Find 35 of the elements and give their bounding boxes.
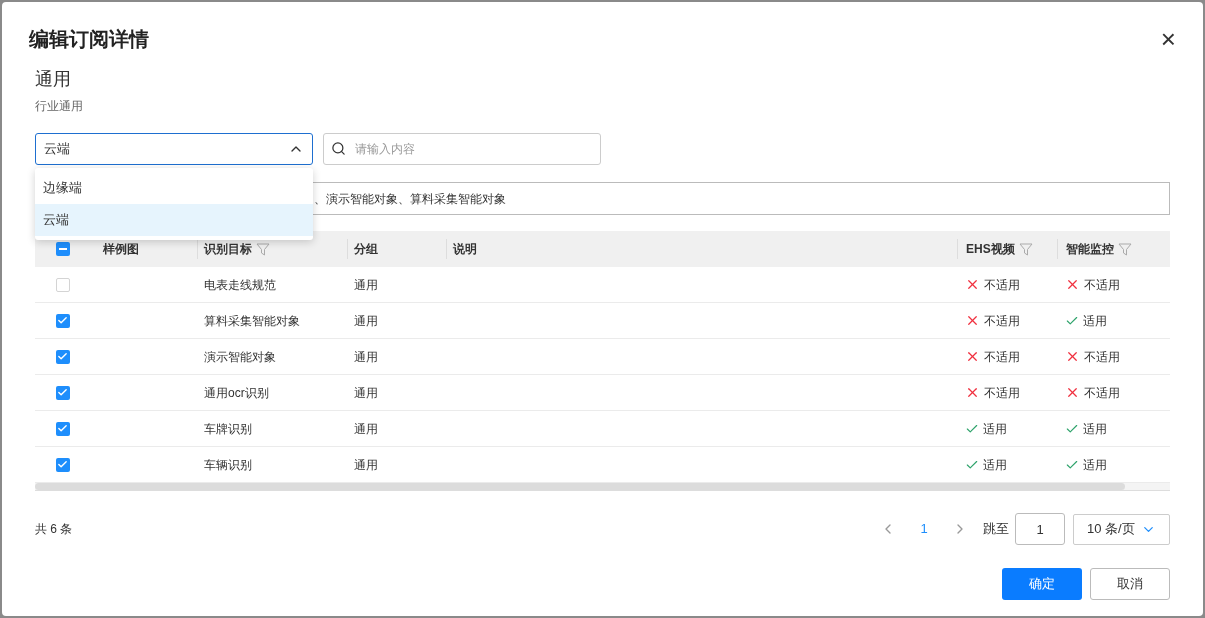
status-text: 不适用 [1084, 276, 1120, 294]
status-text: 适用 [983, 420, 1007, 438]
table-cell: 通用 [354, 349, 378, 364]
status-text: 不适用 [984, 276, 1020, 294]
dialog-title: 编辑订阅详情 [29, 27, 149, 52]
status-text: 适用 [1083, 456, 1107, 474]
table-cell: 通用 [354, 385, 378, 400]
table-cell: 电表走线规范 [204, 277, 276, 292]
status-text: 适用 [1083, 312, 1107, 330]
status-text: 不适用 [984, 348, 1020, 366]
status-text: 适用 [983, 456, 1007, 474]
column-header: 分组 [354, 241, 378, 258]
status-text: 不适用 [1084, 348, 1120, 366]
section-subtitle: 行业通用 [35, 98, 84, 115]
status-text: 不适用 [984, 312, 1020, 330]
column-header: 样例图 [103, 241, 139, 258]
status-text: 适用 [1083, 420, 1107, 438]
section-title: 通用 [35, 68, 72, 91]
column-header: 识别目标 [204, 241, 252, 258]
table-cell: 通用 [354, 277, 378, 292]
column-header: 智能监控 [1066, 241, 1114, 258]
table-cell: 车牌识别 [204, 421, 252, 436]
status-text: 不适用 [1084, 384, 1120, 402]
table-cell: 通用 [354, 313, 378, 328]
total-count: 共 6 条 [35, 521, 73, 538]
status-text: 不适用 [984, 384, 1020, 402]
table-cell: 通用 [354, 421, 378, 436]
table-cell: 通用ocr识别 [204, 385, 269, 400]
table-cell: 算料采集智能对象 [204, 313, 300, 328]
table-cell: 通用 [354, 457, 378, 472]
column-header: EHS视频 [966, 241, 1015, 258]
jump-label: 跳至 [983, 520, 1009, 539]
table-cell: 车辆识别 [204, 457, 252, 472]
table-cell: 演示智能对象 [204, 349, 276, 364]
column-header: 说明 [453, 241, 477, 258]
